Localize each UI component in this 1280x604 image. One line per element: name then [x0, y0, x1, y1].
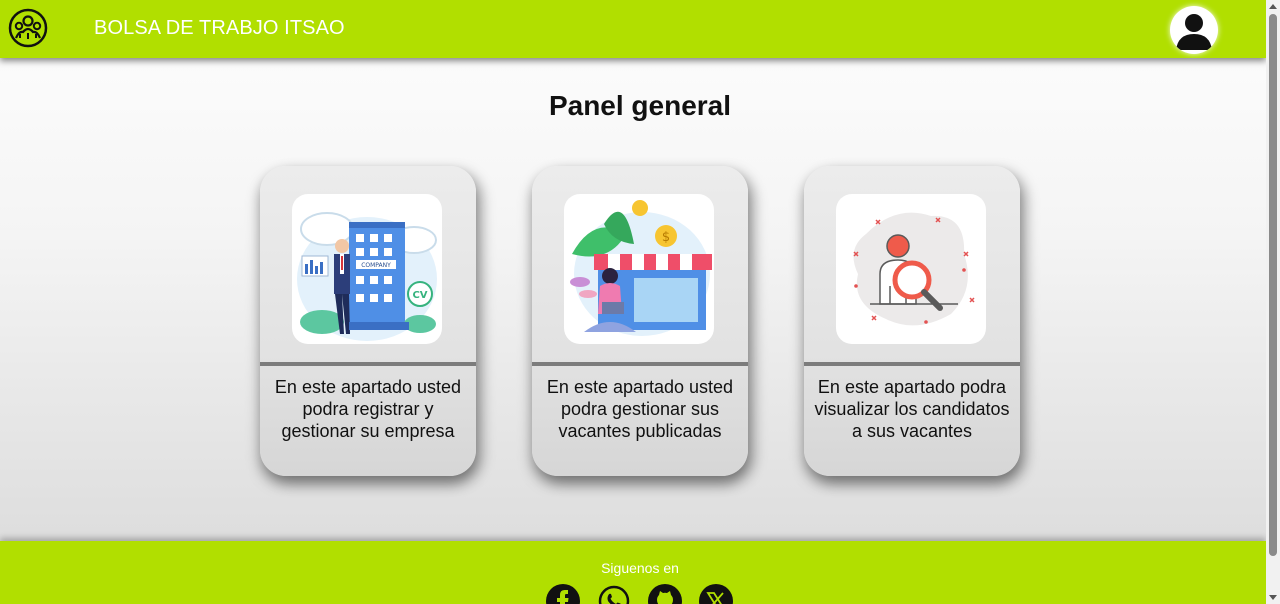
card-divider [532, 362, 748, 366]
follow-label: Siguenos en [601, 560, 679, 576]
community-logo-icon[interactable] [8, 8, 48, 48]
candidate-search-icon [836, 194, 986, 344]
svg-text:$: $ [662, 230, 670, 245]
card-description: En este apartado podra visualizar los ca… [814, 377, 1010, 441]
site-title[interactable]: BOLSA DE TRABJO ITSAO [94, 17, 345, 40]
whatsapp-icon[interactable] [597, 584, 631, 604]
footer: Siguenos en [0, 541, 1266, 604]
vertical-scrollbar[interactable] [1266, 0, 1280, 604]
card-candidates[interactable]: En este apartado podra visualizar los ca… [804, 166, 1020, 476]
card-vacancies[interactable]: $ En este apartado usted podra gestionar… [532, 166, 748, 476]
page-title: Panel general [548, 90, 732, 121]
company-building-icon: COMPANY CV [292, 194, 442, 344]
facebook-icon[interactable] [546, 584, 580, 604]
scroll-up-arrow-icon[interactable] [1269, 4, 1277, 9]
scrollbar-thumb[interactable] [1269, 14, 1277, 556]
card-company[interactable]: COMPANY CV En este apartado usted podra … [260, 166, 476, 476]
card-description: En este apartado usted podra gestionar s… [546, 377, 734, 441]
github-icon[interactable] [648, 584, 682, 604]
page: BOLSA DE TRABJO ITSAO Panel general COMP… [0, 0, 1266, 604]
top-navbar: BOLSA DE TRABJO ITSAO [0, 0, 1266, 58]
storefront-vacancies-icon: $ [564, 194, 714, 344]
scroll-down-arrow-icon[interactable] [1269, 595, 1277, 600]
card-divider [804, 362, 1020, 366]
card-description: En este apartado usted podra registrar y… [274, 377, 462, 441]
svg-text:CV: CV [412, 290, 427, 301]
card-divider [260, 362, 476, 366]
x-icon[interactable] [699, 584, 733, 604]
user-avatar-icon[interactable] [1170, 6, 1218, 54]
svg-text:COMPANY: COMPANY [361, 262, 391, 269]
